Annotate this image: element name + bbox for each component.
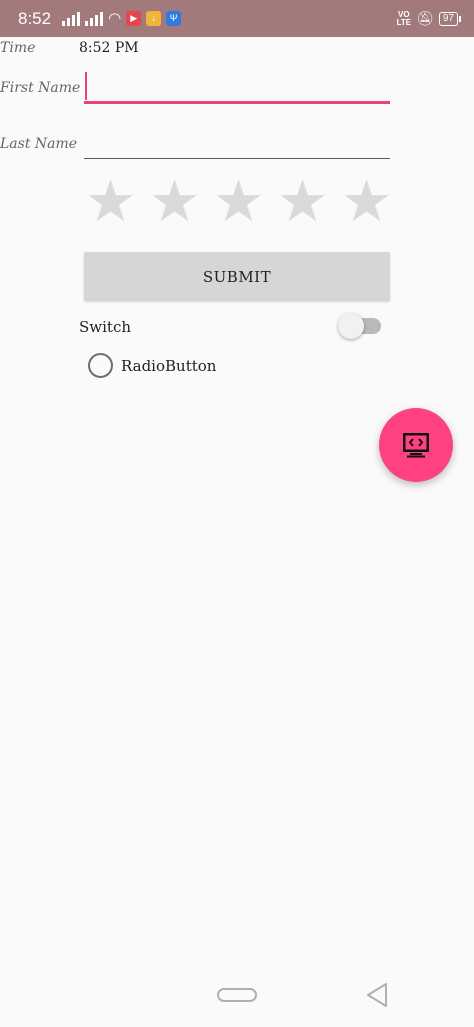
status-time: 8:52 xyxy=(18,8,52,28)
star-icon[interactable]: ★ xyxy=(84,172,137,230)
screen-code-icon xyxy=(403,433,429,458)
signal-icon xyxy=(62,11,81,26)
star-icon[interactable]: ★ xyxy=(148,172,201,230)
home-pill-icon[interactable] xyxy=(217,988,257,1002)
star-icon[interactable]: ★ xyxy=(340,172,393,230)
first-name-input[interactable] xyxy=(84,72,390,104)
volte-icon: VO LTE xyxy=(396,9,412,27)
signal-icon xyxy=(85,11,104,26)
time-value: 8:52 PM xyxy=(79,40,139,56)
text-cursor xyxy=(85,72,87,100)
usb-icon: Ψ xyxy=(166,11,182,26)
back-icon[interactable] xyxy=(366,982,388,1008)
rating-bar[interactable]: ★ ★ ★ ★ ★ xyxy=(84,172,393,230)
switch-toggle[interactable] xyxy=(338,313,364,339)
download-icon: ↓ xyxy=(146,11,162,26)
first-name-label: First Name xyxy=(0,80,81,96)
star-icon[interactable]: ★ xyxy=(212,172,265,230)
radio-button[interactable] xyxy=(88,353,113,378)
radio-button-label[interactable]: RadioButton xyxy=(121,357,216,375)
battery-level: 97 xyxy=(442,12,454,24)
video-icon: ▶ xyxy=(126,11,142,26)
switch-label: Switch xyxy=(79,318,132,336)
last-name-input[interactable] xyxy=(84,127,390,159)
star-icon[interactable]: ★ xyxy=(276,172,329,230)
floating-action-button[interactable] xyxy=(379,408,453,482)
submit-button[interactable]: SUBMIT xyxy=(84,252,390,301)
last-name-label: Last Name xyxy=(0,136,78,152)
time-label: Time xyxy=(0,40,36,56)
mute-icon: 🔕︎ xyxy=(416,10,434,26)
wifi-icon: ◠ xyxy=(108,10,122,27)
battery-icon: 97 xyxy=(438,11,462,26)
status-bar: 8:52 ◠ ▶ ↓ Ψ VO LTE 🔕︎ 97 xyxy=(0,0,474,37)
